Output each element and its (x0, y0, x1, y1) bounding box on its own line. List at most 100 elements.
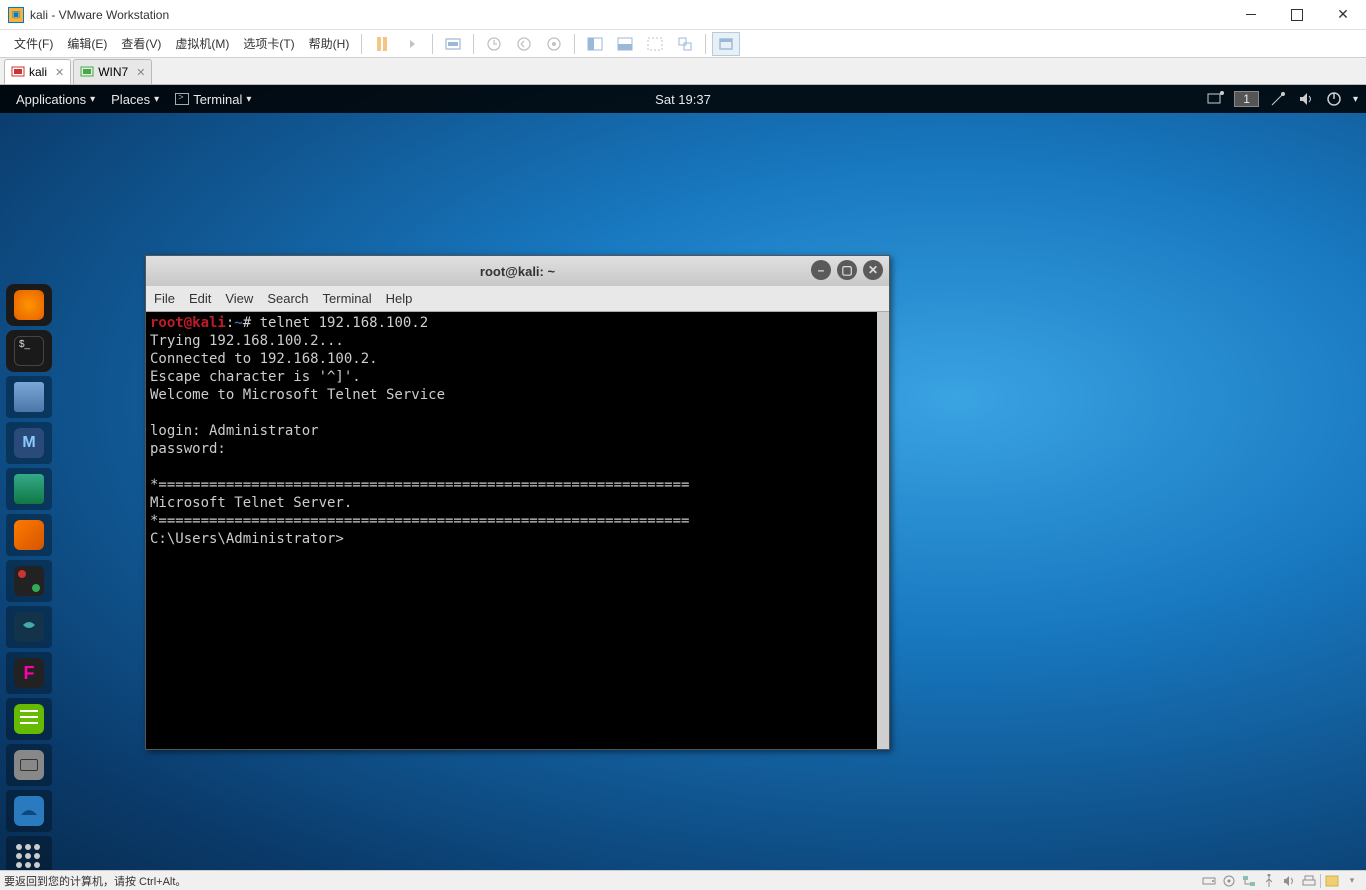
tab-label: WIN7 (98, 65, 128, 79)
output-line (150, 458, 885, 476)
vm-stretch-icon[interactable] (611, 32, 639, 56)
output-line (150, 404, 885, 422)
menu-file[interactable]: 文件(F) (8, 33, 59, 54)
vm-send-ctrl-alt-del-icon[interactable] (439, 32, 467, 56)
dock-wireshark[interactable] (6, 790, 52, 832)
applications-label: Applications (16, 92, 86, 107)
status-text: 要返回到您的计算机，请按 Ctrl+Alt。 (4, 873, 186, 889)
host-minimize-button[interactable] (1228, 0, 1274, 30)
vmware-app-icon: ▣ (8, 7, 24, 23)
menu-tabs[interactable]: 选项卡(T) (237, 33, 300, 54)
screencast-icon[interactable] (1206, 90, 1224, 108)
status-sound-icon[interactable] (1280, 874, 1298, 888)
output-line: C:\Users\Administrator> (150, 530, 885, 548)
vm-tabs: kali ✕ WIN7 ✕ (0, 58, 1366, 85)
output-line: *=======================================… (150, 512, 885, 530)
chevron-down-icon: ▾ (90, 94, 95, 105)
terminal-minimize-button[interactable]: – (811, 260, 831, 280)
vm-snapshot-icon[interactable] (480, 32, 508, 56)
dock-show-apps[interactable] (6, 836, 52, 870)
prompt-path: ~ (234, 315, 242, 331)
dock-xterm[interactable] (6, 744, 52, 786)
output-line: Microsoft Telnet Server. (150, 494, 885, 512)
terminal-title: root@kali: ~ (480, 264, 555, 279)
dock-metasploit[interactable]: M (6, 422, 52, 464)
terminal-app-menu[interactable]: Terminal ▾ (167, 92, 259, 107)
status-dropdown-icon[interactable]: ▾ (1343, 874, 1361, 888)
output-line: *=======================================… (150, 476, 885, 494)
places-menu[interactable]: Places ▾ (103, 92, 167, 107)
terminal-maximize-button[interactable]: ▢ (837, 260, 857, 280)
vm-pause-button[interactable] (368, 32, 396, 56)
dock-faraday[interactable]: F (6, 652, 52, 694)
term-menu-file[interactable]: File (154, 291, 175, 306)
terminal-scrollbar[interactable] (877, 312, 889, 749)
host-close-button[interactable]: ✕ (1320, 0, 1366, 30)
menu-vm[interactable]: 虚拟机(M) (169, 33, 235, 54)
menu-help[interactable]: 帮助(H) (303, 33, 356, 54)
command-text: telnet 192.168.100.2 (260, 315, 429, 331)
vm-tab-win7[interactable]: WIN7 ✕ (73, 59, 152, 84)
status-printer-icon[interactable] (1300, 874, 1318, 888)
chevron-down-icon: ▾ (246, 94, 251, 105)
kali-top-panel: Applications ▾ Places ▾ Terminal ▾ Sat 1… (0, 85, 1366, 113)
vm-running-icon (11, 65, 25, 79)
output-line: login: Administrator (150, 422, 885, 440)
status-message-icon[interactable] (1323, 874, 1341, 888)
dock-maltego[interactable] (6, 560, 52, 602)
status-usb-icon[interactable] (1260, 874, 1278, 888)
volume-icon[interactable] (1297, 90, 1315, 108)
status-network-icon[interactable] (1240, 874, 1258, 888)
vm-tab-kali[interactable]: kali ✕ (4, 59, 71, 84)
vm-fullscreen-icon[interactable] (712, 32, 740, 56)
chevron-down-icon: ▾ (154, 94, 159, 105)
menu-edit[interactable]: 编辑(E) (61, 33, 113, 54)
guest-viewport: Applications ▾ Places ▾ Terminal ▾ Sat 1… (0, 85, 1366, 870)
vmware-statusbar: 要返回到您的计算机，请按 Ctrl+Alt。 ▾ (0, 870, 1366, 890)
terminal-menubar: File Edit View Search Terminal Help (146, 286, 889, 312)
term-menu-help[interactable]: Help (386, 291, 413, 306)
dock-burpsuite[interactable] (6, 514, 52, 556)
terminal-window: root@kali: ~ – ▢ ✕ File Edit View Search… (145, 255, 890, 750)
vm-snapshot-manager-icon[interactable] (540, 32, 568, 56)
dock-firefox[interactable] (6, 284, 52, 326)
menu-view[interactable]: 查看(V) (115, 33, 167, 54)
term-menu-edit[interactable]: Edit (189, 291, 211, 306)
status-cd-icon[interactable] (1220, 874, 1238, 888)
output-line: Welcome to Microsoft Telnet Service (150, 386, 885, 404)
workspace-indicator[interactable]: 1 (1234, 91, 1259, 107)
vm-power-dropdown[interactable] (398, 32, 426, 56)
panel-clock[interactable]: Sat 19:37 (655, 92, 711, 107)
terminal-close-button[interactable]: ✕ (863, 260, 883, 280)
host-title: kali - VMware Workstation (30, 8, 169, 22)
dock-terminal[interactable]: $_ (6, 330, 52, 372)
host-maximize-button[interactable] (1274, 0, 1320, 30)
power-icon[interactable] (1325, 90, 1343, 108)
vm-revert-snapshot-icon[interactable] (510, 32, 538, 56)
term-menu-view[interactable]: View (225, 291, 253, 306)
status-hdd-icon[interactable] (1200, 874, 1218, 888)
places-label: Places (111, 92, 150, 107)
output-line: Trying 192.168.100.2... (150, 332, 885, 350)
tab-close-icon[interactable]: ✕ (55, 66, 64, 79)
vm-unity-icon[interactable] (641, 32, 669, 56)
vm-console-icon[interactable] (671, 32, 699, 56)
tab-label: kali (29, 65, 47, 79)
tab-close-icon[interactable]: ✕ (136, 66, 145, 79)
vmware-menubar: 文件(F) 编辑(E) 查看(V) 虚拟机(M) 选项卡(T) 帮助(H) (0, 30, 1366, 58)
term-menu-search[interactable]: Search (267, 291, 308, 306)
dock-armitage[interactable] (6, 468, 52, 510)
prompt-hash: # (243, 315, 260, 331)
color-picker-icon[interactable] (1269, 90, 1287, 108)
applications-menu[interactable]: Applications ▾ (8, 92, 103, 107)
term-menu-terminal[interactable]: Terminal (323, 291, 372, 306)
output-line: Escape character is '^]'. (150, 368, 885, 386)
vm-running-icon (80, 65, 94, 79)
terminal-content[interactable]: root@kali:~# telnet 192.168.100.2 Trying… (146, 312, 889, 749)
terminal-titlebar[interactable]: root@kali: ~ – ▢ ✕ (146, 256, 889, 286)
status-divider (1320, 874, 1321, 888)
dock-files[interactable] (6, 376, 52, 418)
dock-beef[interactable] (6, 606, 52, 648)
vm-fit-guest-icon[interactable] (581, 32, 609, 56)
dock-leafpad[interactable] (6, 698, 52, 740)
